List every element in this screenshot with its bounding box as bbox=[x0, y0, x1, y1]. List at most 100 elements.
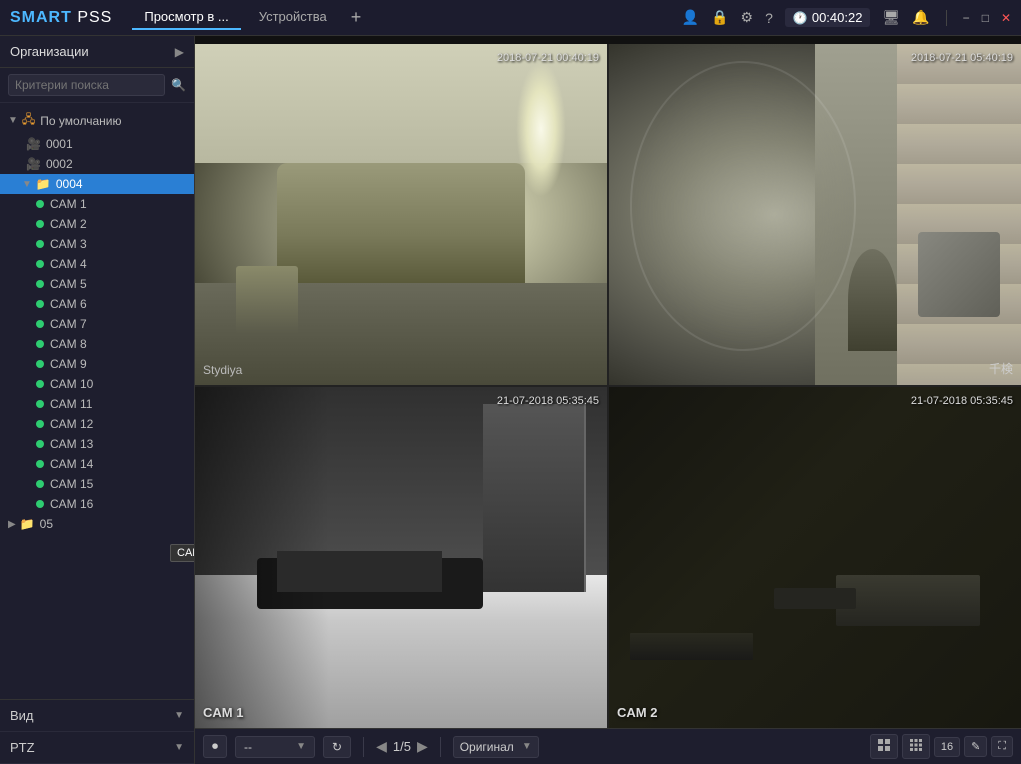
cam4-object3 bbox=[774, 588, 856, 608]
layout-16-label: 16 bbox=[941, 741, 953, 753]
organizations-arrow[interactable]: ▶ bbox=[175, 45, 184, 59]
cam4-cam-label: CAM 2 bbox=[617, 705, 657, 720]
tree-item-cam4[interactable]: CAM 4 bbox=[0, 254, 194, 274]
cam2-timestamp: 2018-07-21 05:40:19 bbox=[911, 52, 1013, 64]
cam-status-dot bbox=[36, 440, 44, 448]
device-icon-0004: 📁 bbox=[36, 177, 51, 191]
layout-4-button[interactable] bbox=[870, 734, 898, 759]
tree-item-05[interactable]: ▶ 📁 05 bbox=[0, 514, 194, 534]
video-cell-4[interactable]: 21-07-2018 05:35:45 CAM 2 bbox=[609, 387, 1021, 728]
tree-label-cam9: CAM 9 bbox=[50, 357, 87, 371]
cam-status-dot bbox=[36, 360, 44, 368]
folder-icon-05: 📁 bbox=[20, 517, 35, 531]
tree-item-0004[interactable]: ▼ 📁 0004 bbox=[0, 174, 194, 194]
cam-status-dot bbox=[36, 320, 44, 328]
tree-label-cam1: CAM 1 bbox=[50, 197, 87, 211]
edit-layout-button[interactable]: ✎ bbox=[964, 736, 987, 757]
search-input[interactable] bbox=[8, 74, 165, 96]
record-button[interactable]: ⏺ bbox=[203, 735, 227, 758]
clock-icon: 🕐 bbox=[793, 11, 808, 25]
tree-item-cam7[interactable]: CAM 7 bbox=[0, 314, 194, 334]
tree-item-cam6[interactable]: CAM 6 bbox=[0, 294, 194, 314]
dropdown-select[interactable]: -- ▼ bbox=[235, 736, 315, 758]
cam-status-dot bbox=[36, 400, 44, 408]
sidebar-header: Организации ▶ bbox=[0, 36, 194, 68]
tree-item-cam10[interactable]: CAM 10 bbox=[0, 374, 194, 394]
tab-liveview[interactable]: Просмотр в ... bbox=[132, 5, 240, 30]
tree-item-cam16[interactable]: CAM 16 bbox=[0, 494, 194, 514]
tree-label-cam6: CAM 6 bbox=[50, 297, 87, 311]
search-box: 🔍 bbox=[0, 68, 194, 103]
tree-item-cam9[interactable]: CAM 9 bbox=[0, 354, 194, 374]
tree-item-cam8[interactable]: CAM 8 bbox=[0, 334, 194, 354]
cam2-object bbox=[848, 249, 897, 351]
tree-item-default[interactable]: ▼ 🖧 По умолчанию bbox=[0, 107, 194, 134]
cam3-scene bbox=[195, 387, 607, 728]
tree-item-cam13[interactable]: CAM 13 bbox=[0, 434, 194, 454]
tree-label-cam3: CAM 3 bbox=[50, 237, 87, 251]
view-item[interactable]: Вид ▼ bbox=[0, 700, 194, 732]
tree-label-05: 05 bbox=[40, 517, 53, 531]
prev-page-button[interactable]: ◀ bbox=[376, 738, 387, 755]
titlebar: SMART PSS Просмотр в ... Устройства + 👤 … bbox=[0, 0, 1021, 36]
video-cell-1[interactable]: 2018-07-21 00:40:19 Stydiya bbox=[195, 44, 607, 385]
layout-buttons: 16 ✎ ⛶ bbox=[870, 734, 1013, 759]
tree-item-cam1[interactable]: CAM 1 bbox=[0, 194, 194, 214]
tree-item-cam11[interactable]: CAM 11 bbox=[0, 394, 194, 414]
monitor-icon[interactable]: 🖥 bbox=[882, 9, 900, 26]
video-cell-3[interactable]: 21-07-2018 05:35:45 CAM 1 bbox=[195, 387, 607, 728]
tree-arrow: ▼ bbox=[22, 179, 32, 190]
cam-status-dot bbox=[36, 280, 44, 288]
fullscreen-button[interactable]: ⛶ bbox=[991, 736, 1013, 757]
tree-item-cam5[interactable]: CAM 5 bbox=[0, 274, 194, 294]
close-button[interactable]: ✕ bbox=[1001, 11, 1011, 25]
minimize-button[interactable]: − bbox=[963, 11, 970, 25]
cam1-label: Stydiya bbox=[203, 363, 242, 377]
fullscreen-icon: ⛶ bbox=[998, 740, 1006, 752]
tree-item-0002[interactable]: 🎥 0002 bbox=[0, 154, 194, 174]
nav-tabs: Просмотр в ... Устройства + bbox=[132, 5, 681, 30]
tree-item-cam3[interactable]: CAM 3 CAM 3 bbox=[0, 234, 194, 254]
tree-item-cam2[interactable]: CAM 2 bbox=[0, 214, 194, 234]
edit-icon: ✎ bbox=[971, 741, 980, 753]
help-icon[interactable]: ? bbox=[765, 10, 773, 26]
tree-label-default: По умолчанию bbox=[40, 114, 121, 128]
search-icon[interactable]: 🔍 bbox=[171, 78, 186, 92]
tree-item-0001[interactable]: 🎥 0001 bbox=[0, 134, 194, 154]
maximize-button[interactable]: □ bbox=[982, 11, 989, 25]
tree-item-cam15[interactable]: CAM 15 bbox=[0, 474, 194, 494]
layout-9-button[interactable] bbox=[902, 734, 930, 759]
tree-item-cam12[interactable]: CAM 12 bbox=[0, 414, 194, 434]
tree-label-0004: 0004 bbox=[56, 177, 83, 191]
ptz-item[interactable]: PTZ ▼ bbox=[0, 732, 194, 764]
cam-status-dot bbox=[36, 300, 44, 308]
tree-label-cam4: CAM 4 bbox=[50, 257, 87, 271]
cam-status-dot bbox=[36, 480, 44, 488]
video-cell-2[interactable]: 2018-07-21 05:40:19 千検 bbox=[609, 44, 1021, 385]
tab-devices[interactable]: Устройства bbox=[247, 5, 339, 30]
settings-icon[interactable]: ⚙ bbox=[741, 9, 754, 26]
quality-dropdown[interactable]: Оригинал ▼ bbox=[453, 736, 539, 758]
cam1-timestamp: 2018-07-21 00:40:19 bbox=[497, 52, 599, 64]
separator-1 bbox=[363, 737, 364, 757]
lock-icon[interactable]: 🔒 bbox=[711, 9, 728, 26]
next-page-button[interactable]: ▶ bbox=[417, 738, 428, 755]
refresh-button[interactable]: ↻ bbox=[323, 736, 351, 758]
cam1-sofa bbox=[277, 163, 524, 282]
titlebar-controls: 👤 🔒 ⚙ ? 🕐 00:40:22 🖥 🔔 − □ ✕ bbox=[682, 8, 1011, 27]
ptz-dropdown-arrow: ▼ bbox=[174, 742, 184, 753]
page-navigation: ◀ 1/5 ▶ bbox=[376, 738, 428, 755]
tree-item-cam14[interactable]: CAM 14 bbox=[0, 454, 194, 474]
cam-status-dot bbox=[36, 500, 44, 508]
tree-arrow: ▶ bbox=[8, 519, 16, 530]
cam3-cam-label: CAM 1 bbox=[203, 705, 243, 720]
add-tab-button[interactable]: + bbox=[345, 7, 368, 28]
clock-display: 🕐 00:40:22 bbox=[785, 8, 871, 27]
bell-icon[interactable]: 🔔 bbox=[912, 9, 929, 26]
user-icon[interactable]: 👤 bbox=[682, 9, 699, 26]
cam2-label: 千検 bbox=[989, 360, 1013, 377]
organizations-label: Организации bbox=[10, 44, 89, 59]
sidebar: Организации ▶ 🔍 ▼ 🖧 По умолчанию 🎥 0001 bbox=[0, 36, 195, 764]
layout-4-icon bbox=[877, 738, 891, 752]
layout-16-button[interactable]: 16 bbox=[934, 737, 960, 757]
